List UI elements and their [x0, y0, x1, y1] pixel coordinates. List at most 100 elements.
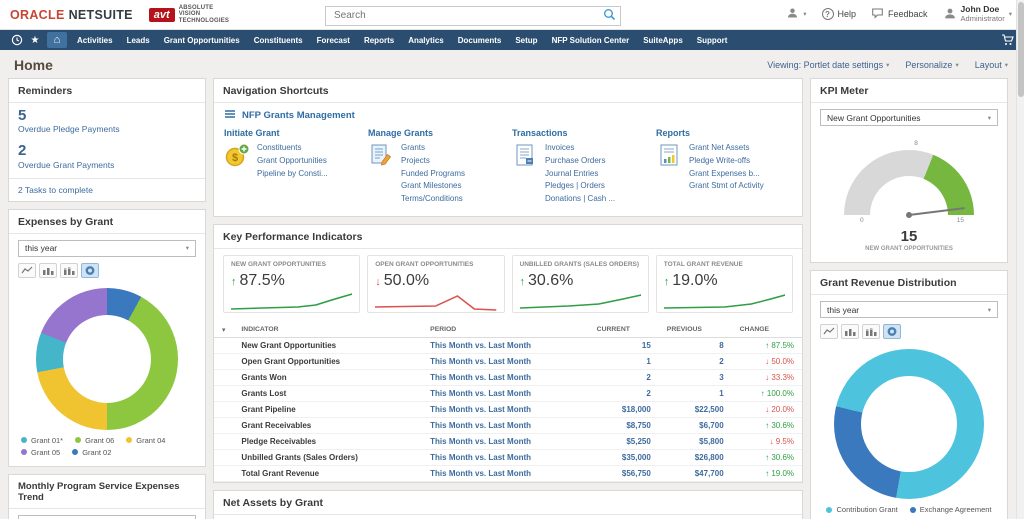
col-header-change[interactable]: CHANGE [732, 322, 802, 338]
nav-item-documents[interactable]: Documents [451, 36, 509, 45]
cart-icon[interactable] [998, 32, 1016, 48]
user-menu[interactable]: John Doe Administrator ▾ [943, 5, 1012, 23]
shortcut-link[interactable]: Pipeline by Consti... [257, 168, 328, 181]
revenue-donut-chart[interactable] [834, 349, 984, 499]
nav-item-reports[interactable]: Reports [357, 36, 401, 45]
kpi-tile[interactable]: NEW GRANT OPPORTUNITIES ↑87.5% [223, 255, 360, 313]
donut-chart-icon[interactable] [81, 263, 99, 278]
nfp-grants-management-group[interactable]: NFP Grants Management [214, 103, 802, 124]
previous-value[interactable]: 2 [659, 353, 732, 369]
period-link[interactable]: This Month vs. Last Month [422, 353, 589, 369]
reminder-link[interactable]: Overdue Grant Payments [18, 160, 196, 170]
kpi-gauge[interactable]: 8 0 15 15 NEW GRANT OPPORTUNITIES [811, 132, 1007, 262]
recent-records-icon[interactable] [8, 32, 26, 48]
period-link[interactable]: This Month vs. Last Month [422, 385, 589, 401]
kpi-tile[interactable]: TOTAL GRANT REVENUE ↑19.0% [656, 255, 793, 313]
shortcut-link[interactable]: Projects [401, 155, 465, 168]
nav-item-leads[interactable]: Leads [120, 36, 157, 45]
shortcut-link[interactable]: Grant Net Assets [689, 142, 764, 155]
previous-value[interactable]: $6,700 [659, 417, 732, 433]
period-link[interactable]: This Month vs. Last Month [422, 337, 589, 353]
expenses-range-select[interactable]: this year ▾ [18, 240, 196, 257]
previous-value[interactable]: $26,800 [659, 449, 732, 465]
current-value[interactable]: $56,750 [589, 465, 659, 481]
shortcut-link[interactable]: Grant Opportunities [257, 155, 328, 168]
nav-item-support[interactable]: Support [690, 36, 735, 45]
line-chart-icon[interactable] [18, 263, 36, 278]
current-value[interactable]: 2 [589, 369, 659, 385]
home-icon[interactable]: ⌂ [47, 32, 67, 48]
nav-item-analytics[interactable]: Analytics [401, 36, 451, 45]
period-link[interactable]: This Month vs. Last Month [422, 369, 589, 385]
legend-item[interactable]: Grant 06 [75, 436, 114, 445]
nav-item-nfp-solution-center[interactable]: NFP Solution Center [545, 36, 637, 45]
reminder-link[interactable]: Overdue Pledge Payments [18, 124, 196, 134]
help-menu[interactable]: ? Help [822, 8, 857, 20]
shortcut-link[interactable]: Constituents [257, 142, 328, 155]
period-link[interactable]: This Month vs. Last Month [422, 465, 589, 481]
col-header-current[interactable]: CURRENT [589, 322, 659, 338]
filter-caret-icon[interactable]: ▾ [214, 322, 233, 338]
shortcut-link[interactable]: Purchase Orders [545, 155, 615, 168]
stacked-chart-icon[interactable] [60, 263, 78, 278]
kpi-meter-metric-select[interactable]: New Grant Opportunities ▾ [820, 109, 998, 126]
legend-item[interactable]: Grant 04 [126, 436, 165, 445]
shortcut-link[interactable]: Grants [401, 142, 465, 155]
kpi-tile[interactable]: UNBILLED GRANTS (SALES ORDERS) ↑30.6% [512, 255, 649, 313]
current-value[interactable]: 1 [589, 353, 659, 369]
feedback-menu[interactable]: Feedback [871, 7, 928, 21]
current-value[interactable]: $18,000 [589, 401, 659, 417]
personalize-menu[interactable]: Personalize▾ [905, 60, 958, 70]
legend-item[interactable]: Grant 02 [72, 448, 111, 457]
col-header-period[interactable]: PERIOD [422, 322, 589, 338]
layout-menu[interactable]: Layout▾ [975, 60, 1008, 70]
scrollbar-thumb[interactable] [1018, 2, 1024, 97]
shortcut-link[interactable]: Invoices [545, 142, 615, 155]
donut-chart-icon[interactable] [883, 324, 901, 339]
reminder-count[interactable]: 2 [18, 142, 196, 159]
current-value[interactable]: $5,250 [589, 433, 659, 449]
previous-value[interactable]: 1 [659, 385, 732, 401]
shortcut-link[interactable]: Pledges | Orders [545, 180, 615, 193]
nav-item-setup[interactable]: Setup [508, 36, 544, 45]
shortcut-link[interactable]: Funded Programs [401, 168, 465, 181]
search-icon[interactable] [603, 8, 616, 26]
shortcut-link[interactable]: Pledge Write-offs [689, 155, 764, 168]
oracle-netsuite-logo[interactable]: ORACLE NETSUITE [10, 8, 133, 22]
current-value[interactable]: 2 [589, 385, 659, 401]
revenue-range-select[interactable]: this year ▾ [820, 301, 998, 318]
bar-chart-icon[interactable] [39, 263, 57, 278]
nav-item-constituents[interactable]: Constituents [247, 36, 310, 45]
stacked-chart-icon[interactable] [862, 324, 880, 339]
shortcut-link[interactable]: Grant Stmt of Activity [689, 180, 764, 193]
legend-item[interactable]: Contribution Grant [826, 505, 897, 514]
line-chart-icon[interactable] [820, 324, 838, 339]
previous-value[interactable]: $5,800 [659, 433, 732, 449]
legend-item[interactable]: Grant 05 [21, 448, 60, 457]
favorites-star-icon[interactable]: ★ [26, 32, 44, 48]
viewing-portlet-date-settings[interactable]: Viewing: Portlet date settings▾ [767, 60, 889, 70]
expenses-donut-chart[interactable] [36, 288, 178, 430]
reminder-count[interactable]: 5 [18, 107, 196, 124]
col-header-indicator[interactable]: INDICATOR [233, 322, 422, 338]
period-link[interactable]: This Month vs. Last Month [422, 417, 589, 433]
nav-item-suiteapps[interactable]: SuiteApps [636, 36, 690, 45]
shortcut-link[interactable]: Donations | Cash ... [545, 193, 615, 206]
current-value[interactable]: $35,000 [589, 449, 659, 465]
current-value[interactable]: 15 [589, 337, 659, 353]
period-link[interactable]: This Month vs. Last Month [422, 433, 589, 449]
nav-item-grant-opportunities[interactable]: Grant Opportunities [157, 36, 247, 45]
nav-item-forecast[interactable]: Forecast [310, 36, 357, 45]
search-input[interactable] [325, 6, 621, 26]
period-link[interactable]: This Month vs. Last Month [422, 401, 589, 417]
bar-chart-icon[interactable] [841, 324, 859, 339]
shortcut-link[interactable]: Grant Milestones [401, 180, 465, 193]
expenses-frequency-select[interactable]: Monthly ▾ [18, 515, 196, 519]
current-value[interactable]: $8,750 [589, 417, 659, 433]
roles-menu[interactable]: ▾ [786, 7, 806, 21]
previous-value[interactable]: 3 [659, 369, 732, 385]
previous-value[interactable]: 8 [659, 337, 732, 353]
shortcut-link[interactable]: Terms/Conditions [401, 193, 465, 206]
legend-item[interactable]: Exchange Agreement [910, 505, 992, 514]
shortcut-link[interactable]: Grant Expenses b... [689, 168, 764, 181]
